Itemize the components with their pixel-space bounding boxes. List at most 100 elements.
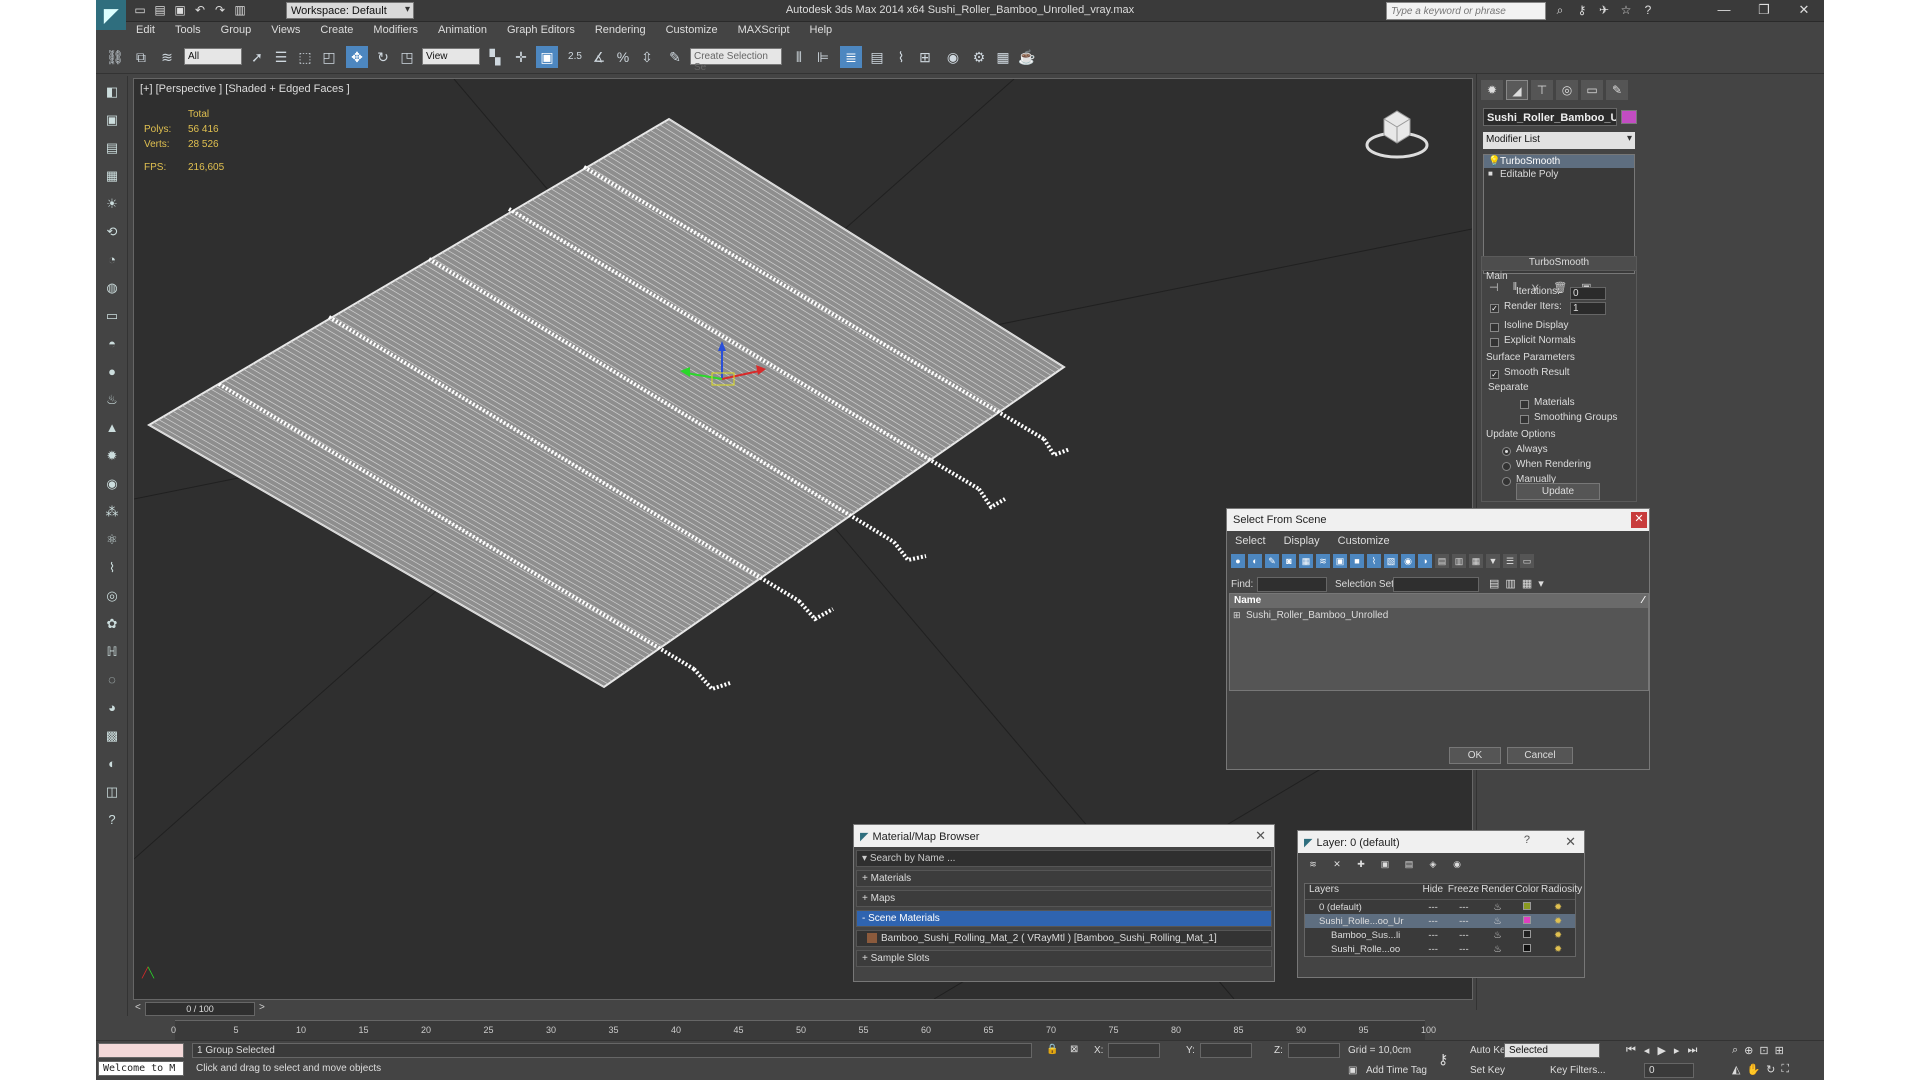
time-tag-icon[interactable]: ▣ (1348, 1065, 1357, 1076)
scene-material-item[interactable]: Bamboo_Sushi_Rolling_Mat_2 ( VRayMtl ) [… (856, 930, 1272, 947)
create-tab-icon[interactable]: ✹ (1481, 80, 1503, 100)
layer-color-swatch[interactable] (1513, 929, 1541, 941)
hemisphere-icon[interactable]: ◓ (100, 332, 124, 356)
maximize-icon[interactable]: ❐ (1744, 0, 1784, 20)
radiosity-icon[interactable]: ✹ (1541, 930, 1575, 941)
menu-display[interactable]: Display (1284, 535, 1320, 547)
layer-color-swatch[interactable] (1513, 943, 1541, 955)
create-geometry-icon[interactable]: ◧ (100, 80, 124, 104)
current-frame-field[interactable]: 0 (1644, 1063, 1694, 1078)
menu-rendering[interactable]: Rendering (585, 22, 656, 40)
zoom-icon[interactable]: ⌕ (1732, 1044, 1738, 1057)
utilities-tab-icon[interactable]: ✎ (1606, 80, 1628, 100)
layer-color-swatch[interactable] (1513, 901, 1541, 913)
freeze-all-icon[interactable]: ◉ (1450, 857, 1464, 871)
menu-animation[interactable]: Animation (428, 22, 497, 40)
absolute-mode-icon[interactable]: ⊠ (1070, 1044, 1078, 1055)
modifier-list-dropdown[interactable]: Modifier List ▾ (1483, 132, 1635, 149)
col-layers[interactable]: Layers (1305, 884, 1420, 899)
material-sphere-icon[interactable]: ◕ (100, 696, 124, 720)
minimize-icon[interactable]: — (1704, 0, 1744, 20)
freeze-toggle[interactable]: --- (1446, 902, 1482, 913)
keyboard-shortcut-override-icon[interactable]: ▣ (536, 46, 558, 68)
menu-edit[interactable]: Edit (126, 22, 165, 40)
chevron-down-icon[interactable]: ▾ (862, 853, 870, 864)
hide-toggle[interactable]: --- (1420, 902, 1446, 913)
add-to-layer-icon[interactable]: ✚ (1354, 857, 1368, 871)
render-teapot-icon[interactable]: ♨ (1482, 944, 1514, 955)
layer-manager-icon[interactable]: ≣ (840, 46, 862, 68)
time-slider[interactable]: 0 / 100 (145, 1002, 255, 1016)
display-containers-icon[interactable]: ▧ (1384, 554, 1398, 568)
select-rotate-icon[interactable]: ↻ (372, 46, 394, 68)
menu-customize[interactable]: Customize (1338, 535, 1390, 547)
zoom-extents-icon[interactable]: ⊡ (1759, 1044, 1768, 1057)
layer-color-swatch[interactable] (1513, 915, 1541, 927)
selection-set-dropdown[interactable] (1393, 577, 1479, 592)
scene-materials-section[interactable]: - Scene Materials (856, 910, 1272, 927)
hide-toggle[interactable]: --- (1420, 916, 1446, 927)
display-geometry-icon[interactable]: ● (1231, 554, 1245, 568)
table-row[interactable]: Sushi_Rolle...oo --- --- ♨ ✹ (1305, 942, 1575, 956)
remove-set-icon[interactable]: ▥ (1505, 577, 1515, 590)
edit-set-icon[interactable]: ▦ (1522, 577, 1532, 590)
hierarchy-tab-icon[interactable]: ⊤ (1531, 80, 1553, 100)
select-manipulate-icon[interactable]: ✛ (510, 46, 532, 68)
orbit-icon[interactable]: ↻ (1766, 1063, 1775, 1076)
sphere-icon[interactable]: ● (100, 360, 124, 384)
next-frame-icon[interactable]: > (259, 1002, 265, 1013)
hide-toggle[interactable]: --- (1420, 930, 1446, 941)
hide-all-icon[interactable]: ◈ (1426, 857, 1440, 871)
subscription-icon[interactable]: ✈ (1596, 3, 1612, 18)
close-icon[interactable]: ✕ (1255, 828, 1266, 844)
angle-snap-icon[interactable]: ∡ (588, 46, 610, 68)
freeze-toggle[interactable]: --- (1446, 916, 1482, 927)
table-row[interactable]: Bamboo_Sus...li --- --- ♨ ✹ (1305, 928, 1575, 942)
pivot-center-icon[interactable]: ▚ (484, 46, 506, 68)
menu-views[interactable]: Views (261, 22, 310, 40)
col-render[interactable]: Render (1481, 884, 1514, 899)
key-mode-dropdown[interactable]: Selected (1504, 1043, 1600, 1058)
mirror-icon[interactable]: ⫴ (788, 46, 810, 68)
stack-item-turbosmooth[interactable]: 💡 TurboSmooth (1484, 155, 1634, 168)
radiosity-icon[interactable]: ✹ (1541, 944, 1575, 955)
display-groups-icon[interactable]: ▣ (1333, 554, 1347, 568)
light-bulb-icon[interactable]: ☀ (100, 192, 124, 216)
add-set-icon[interactable]: ▤ (1489, 577, 1499, 590)
curve-editor-icon[interactable]: ⌇ (890, 46, 912, 68)
binoculars-icon[interactable]: ⌕ (1552, 3, 1568, 18)
freeze-toggle[interactable]: --- (1446, 930, 1482, 941)
keyword-search-input[interactable]: Type a keyword or phrase (1386, 2, 1546, 20)
menu-customize[interactable]: Customize (656, 22, 728, 40)
y-coordinate-field[interactable] (1200, 1043, 1252, 1058)
display-helpers-icon[interactable]: ▦ (1299, 554, 1313, 568)
display-tab-icon[interactable]: ▭ (1581, 80, 1603, 100)
edit-named-selection-icon[interactable]: ✎ (664, 46, 686, 68)
play-icon[interactable]: ▶ (1657, 1044, 1665, 1057)
render-scene-icon[interactable]: ▩ (100, 724, 124, 748)
key-icon[interactable]: ⚷ (1574, 3, 1590, 18)
reference-coordinate-dropdown[interactable]: View (422, 48, 480, 65)
select-scale-icon[interactable]: ◳ (396, 46, 418, 68)
highlight-layer-icon[interactable]: ▤ (1402, 857, 1416, 871)
camera-icon[interactable]: ◍ (100, 276, 124, 300)
lightbulb-icon[interactable]: 💡 (1488, 156, 1500, 167)
particle-icon[interactable]: ⁂ (100, 500, 124, 524)
prev-key-icon[interactable]: ◂ (1644, 1044, 1650, 1057)
freeze-toggle[interactable]: --- (1446, 944, 1482, 955)
maxscript-listener-pink[interactable] (98, 1043, 184, 1058)
lock-selection-icon[interactable]: 🔒 (1046, 1044, 1058, 1055)
viewcube[interactable] (1362, 99, 1432, 169)
settings-icon[interactable]: ◫ (100, 780, 124, 804)
prev-frame-icon[interactable]: < (135, 1002, 141, 1013)
maps-section[interactable]: + Maps (856, 890, 1272, 907)
menu-graph-editors[interactable]: Graph Editors (497, 22, 585, 40)
timeline-track[interactable]: 0 5 10 15 20 25 30 35 40 45 50 55 60 65 70 75 80 85 90 95 10… (171, 1020, 1436, 1040)
col-freeze[interactable]: Freeze (1446, 884, 1482, 899)
table-row[interactable]: Sushi_Rolle...oo_Ur --- --- ♨ ✹ (1305, 914, 1575, 928)
x-coordinate-field[interactable] (1108, 1043, 1160, 1058)
display-invert-icon[interactable]: ▦ (1469, 554, 1483, 568)
schematic-view-icon[interactable]: ⊞ (914, 46, 936, 68)
delete-layer-icon[interactable]: ✕ (1330, 857, 1344, 871)
menu-help[interactable]: Help (800, 22, 843, 40)
